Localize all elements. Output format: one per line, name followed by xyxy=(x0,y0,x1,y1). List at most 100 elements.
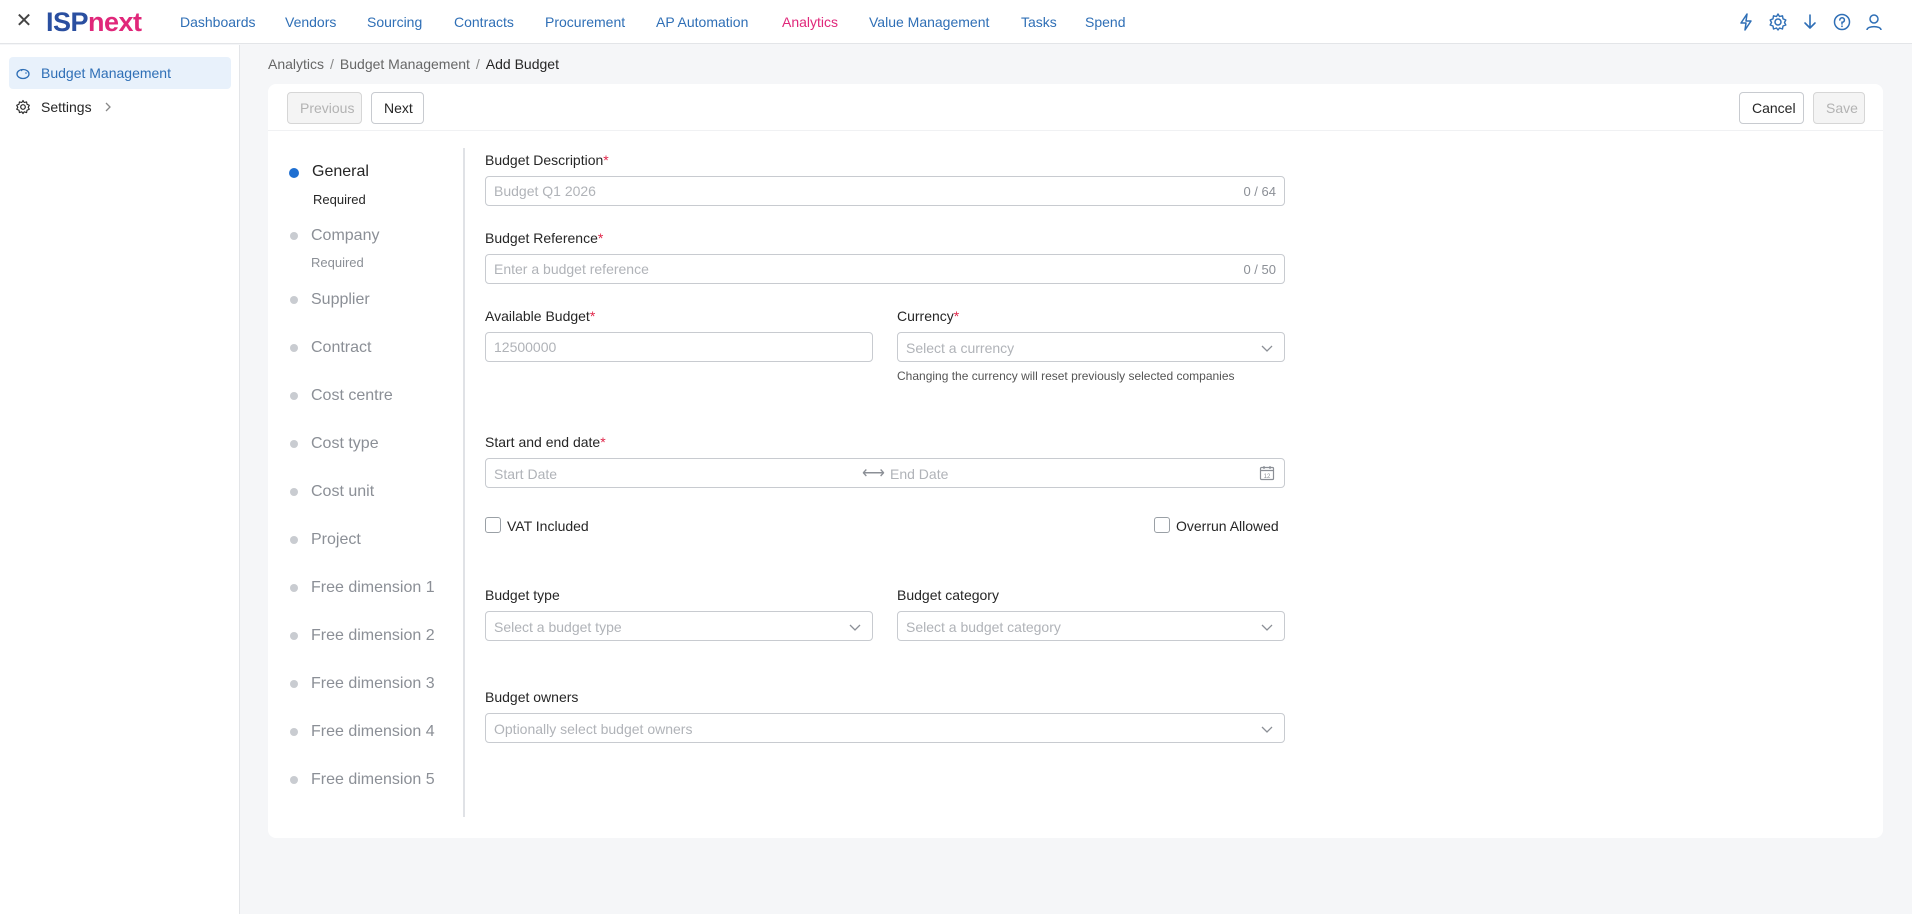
step-general[interactable]: General xyxy=(312,163,369,181)
budget-reference-label-text: Budget Reference xyxy=(485,230,598,246)
nav-tasks[interactable]: Tasks xyxy=(1021,14,1057,30)
breadcrumb-separator: / xyxy=(475,56,480,72)
step-company[interactable]: Company xyxy=(311,227,379,245)
required-mark: * xyxy=(953,308,960,324)
gear-icon[interactable] xyxy=(1768,12,1788,32)
budget-type-placeholder: Select a budget type xyxy=(494,619,622,635)
step-dot-cost-unit xyxy=(290,488,298,496)
step-dot-cost-centre xyxy=(290,392,298,400)
step-free-dimension-1[interactable]: Free dimension 1 xyxy=(311,579,435,597)
budget-reference-input[interactable] xyxy=(494,255,1222,283)
overrun-allowed-label[interactable]: Overrun Allowed xyxy=(1176,518,1279,534)
chevron-down-icon xyxy=(849,624,861,631)
end-date-input[interactable]: End Date xyxy=(890,466,948,482)
next-button[interactable]: Next xyxy=(371,92,424,124)
budget-category-select[interactable]: Select a budget category xyxy=(897,611,1285,641)
step-dot-supplier xyxy=(290,296,298,304)
top-navigation-bar: ✕ ISPnext Dashboards Vendors Sourcing Co… xyxy=(0,0,1912,44)
step-contract[interactable]: Contract xyxy=(311,339,371,357)
date-range-arrow-icon: ⟷ xyxy=(862,465,885,482)
previous-button[interactable]: Previous xyxy=(287,92,362,124)
nav-contracts[interactable]: Contracts xyxy=(454,14,514,30)
step-free-dimension-2[interactable]: Free dimension 2 xyxy=(311,627,435,645)
nav-ap-automation[interactable]: AP Automation xyxy=(656,14,748,30)
steps-divider xyxy=(463,148,465,817)
nav-value-management[interactable]: Value Management xyxy=(869,14,989,30)
budget-owners-select[interactable]: Optionally select budget owners xyxy=(485,713,1285,743)
budget-category-label: Budget category xyxy=(897,587,999,603)
budget-category-placeholder: Select a budget category xyxy=(906,619,1061,635)
date-range-picker[interactable]: Start Date ⟷ End Date 12 xyxy=(485,458,1285,488)
breadcrumb: Analytics / Budget Management / Add Budget xyxy=(268,56,559,72)
step-free-dimension-3[interactable]: Free dimension 3 xyxy=(311,675,435,693)
currency-select[interactable]: Select a currency xyxy=(897,332,1285,362)
currency-label-text: Currency xyxy=(897,308,954,324)
calendar-icon[interactable]: 12 xyxy=(1259,465,1275,481)
nav-vendors[interactable]: Vendors xyxy=(285,14,336,30)
available-budget-label-text: Available Budget xyxy=(485,308,590,324)
date-range-label: Start and end date* xyxy=(485,434,606,450)
svg-text:12: 12 xyxy=(1264,474,1271,480)
step-dot-free-dimension-3 xyxy=(290,680,298,688)
nav-sourcing[interactable]: Sourcing xyxy=(367,14,422,30)
budget-type-label: Budget type xyxy=(485,587,560,603)
close-icon[interactable]: ✕ xyxy=(14,11,34,31)
vat-included-label[interactable]: VAT Included xyxy=(507,518,589,534)
step-free-dimension-5[interactable]: Free dimension 5 xyxy=(311,771,435,789)
budget-owners-label: Budget owners xyxy=(485,689,579,705)
nav-spend[interactable]: Spend xyxy=(1085,14,1125,30)
step-dot-free-dimension-4 xyxy=(290,728,298,736)
chevron-right-icon xyxy=(105,102,111,112)
available-budget-label: Available Budget* xyxy=(485,308,595,324)
vat-included-checkbox[interactable] xyxy=(485,517,501,533)
sidebar-item-label: Settings xyxy=(41,99,92,115)
nav-dashboards[interactable]: Dashboards xyxy=(180,14,256,30)
chevron-down-icon xyxy=(1261,345,1273,352)
sidebar-item-label: Budget Management xyxy=(41,65,171,81)
breadcrumb-analytics[interactable]: Analytics xyxy=(268,56,324,72)
help-icon[interactable] xyxy=(1832,12,1852,32)
required-mark: * xyxy=(603,152,609,168)
overrun-allowed-checkbox[interactable] xyxy=(1154,517,1170,533)
step-dot-free-dimension-1 xyxy=(290,584,298,592)
step-cost-type[interactable]: Cost type xyxy=(311,435,379,453)
step-supplier[interactable]: Supplier xyxy=(311,291,370,309)
step-cost-centre[interactable]: Cost centre xyxy=(311,387,393,405)
start-date-input[interactable]: Start Date xyxy=(494,466,557,482)
breadcrumb-budget-management[interactable]: Budget Management xyxy=(340,56,470,72)
sidebar-item-settings[interactable]: Settings xyxy=(9,91,231,123)
chevron-down-icon xyxy=(1261,726,1273,733)
budget-reference-counter: 0 / 50 xyxy=(1243,262,1276,277)
nav-procurement[interactable]: Procurement xyxy=(545,14,625,30)
add-budget-card: Previous Next Cancel Save General Requir… xyxy=(268,84,1883,838)
budget-owners-placeholder: Optionally select budget owners xyxy=(494,721,693,737)
step-dot-company xyxy=(290,232,298,240)
breadcrumb-separator: / xyxy=(330,56,334,72)
budget-reference-field: 0 / 50 xyxy=(485,254,1285,284)
step-free-dimension-4[interactable]: Free dimension 4 xyxy=(311,723,435,741)
step-dot-project xyxy=(290,536,298,544)
lightning-icon[interactable] xyxy=(1736,12,1756,32)
currency-label: Currency* xyxy=(897,308,959,324)
logo[interactable]: ISPnext xyxy=(46,7,142,38)
currency-placeholder: Select a currency xyxy=(906,340,1015,356)
step-project[interactable]: Project xyxy=(311,531,361,549)
budget-description-label: Budget Description* xyxy=(485,152,609,168)
logo-part-next: next xyxy=(88,7,142,37)
budget-description-label-text: Budget Description xyxy=(485,152,604,168)
user-icon[interactable] xyxy=(1864,12,1884,32)
step-dot-contract xyxy=(290,344,298,352)
available-budget-input[interactable] xyxy=(494,333,854,361)
nav-analytics[interactable]: Analytics xyxy=(782,14,838,30)
budget-type-select[interactable]: Select a budget type xyxy=(485,611,873,641)
breadcrumb-add-budget: Add Budget xyxy=(485,56,559,72)
budget-description-counter: 0 / 64 xyxy=(1243,184,1276,199)
logo-part-isp: ISP xyxy=(46,7,89,37)
download-icon[interactable] xyxy=(1800,12,1820,32)
save-button[interactable]: Save xyxy=(1813,92,1865,124)
budget-description-input[interactable] xyxy=(494,177,1222,205)
step-dot-free-dimension-2 xyxy=(290,632,298,640)
sidebar-item-budget-management[interactable]: Budget Management xyxy=(9,57,231,89)
cancel-button[interactable]: Cancel xyxy=(1739,92,1804,124)
step-cost-unit[interactable]: Cost unit xyxy=(311,483,374,501)
